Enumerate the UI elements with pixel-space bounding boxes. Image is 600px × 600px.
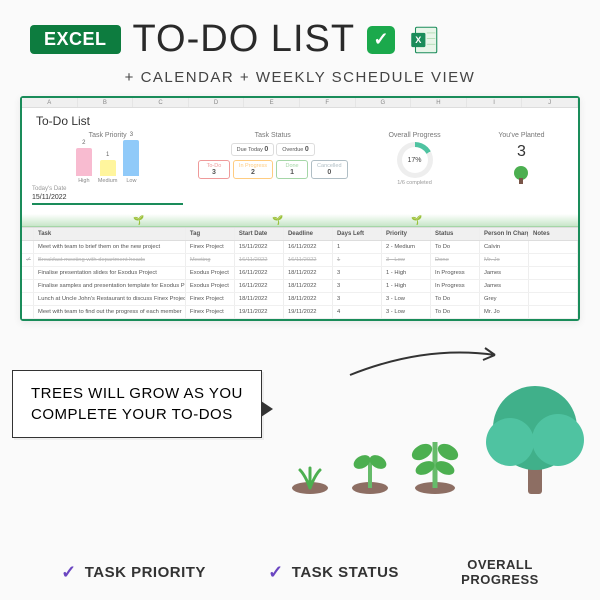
arrow-icon <box>345 340 505 380</box>
planted-count: 3 <box>475 143 568 161</box>
page-title: TO-DO LIST <box>133 18 356 61</box>
feature-priority: ✓TASK PRIORITY <box>61 557 206 588</box>
tree-icon <box>511 165 531 185</box>
status-boxes: Due Today 0Overdue 0 To-Do3In Progress2D… <box>191 142 354 179</box>
grass-strip: 🌱 🌱 🌱 <box>22 211 578 227</box>
excel-app-icon: X <box>407 23 441 57</box>
sheet-title: To-Do List <box>22 108 578 130</box>
today-value: 15/11/2022 <box>32 192 183 205</box>
table-header: TaskTagStart DateDeadlineDays LeftPriori… <box>22 227 578 241</box>
spreadsheet-screenshot: ABCDEFGHIJ To-Do List Task Priority 2Hig… <box>20 96 580 321</box>
subtitle: + CALENDAR + WEEKLY SCHEDULE VIEW <box>0 69 600 86</box>
column-letters: ABCDEFGHIJ <box>22 98 578 108</box>
check-icon: ✓ <box>268 562 284 583</box>
progress-title: Overall Progress <box>362 132 467 139</box>
check-icon: ✓ <box>367 26 395 54</box>
status-title: Task Status <box>191 132 354 139</box>
progress-sub: 1/6 completed <box>362 180 467 186</box>
feature-row: ✓TASK PRIORITY ✓TASK STATUS OVERALLPROGR… <box>0 557 600 588</box>
table-body: Meet with team to brief them on the new … <box>22 241 578 319</box>
check-icon: ✓ <box>61 562 77 583</box>
planted-title: You've Planted <box>475 132 568 139</box>
callout-banner: TREES WILL GROW AS YOU COMPLETE YOUR TO-… <box>12 370 262 438</box>
excel-badge: EXCEL <box>30 25 121 54</box>
plants-illustration <box>280 380 590 500</box>
feature-status: ✓TASK STATUS <box>268 557 399 588</box>
feature-progress: OVERALLPROGRESS <box>461 557 539 588</box>
priority-title: Task Priority <box>32 132 183 139</box>
progress-donut: 17% <box>397 142 433 178</box>
svg-text:X: X <box>415 34 422 44</box>
priority-chart: 2High1Medium3Low <box>32 142 183 184</box>
